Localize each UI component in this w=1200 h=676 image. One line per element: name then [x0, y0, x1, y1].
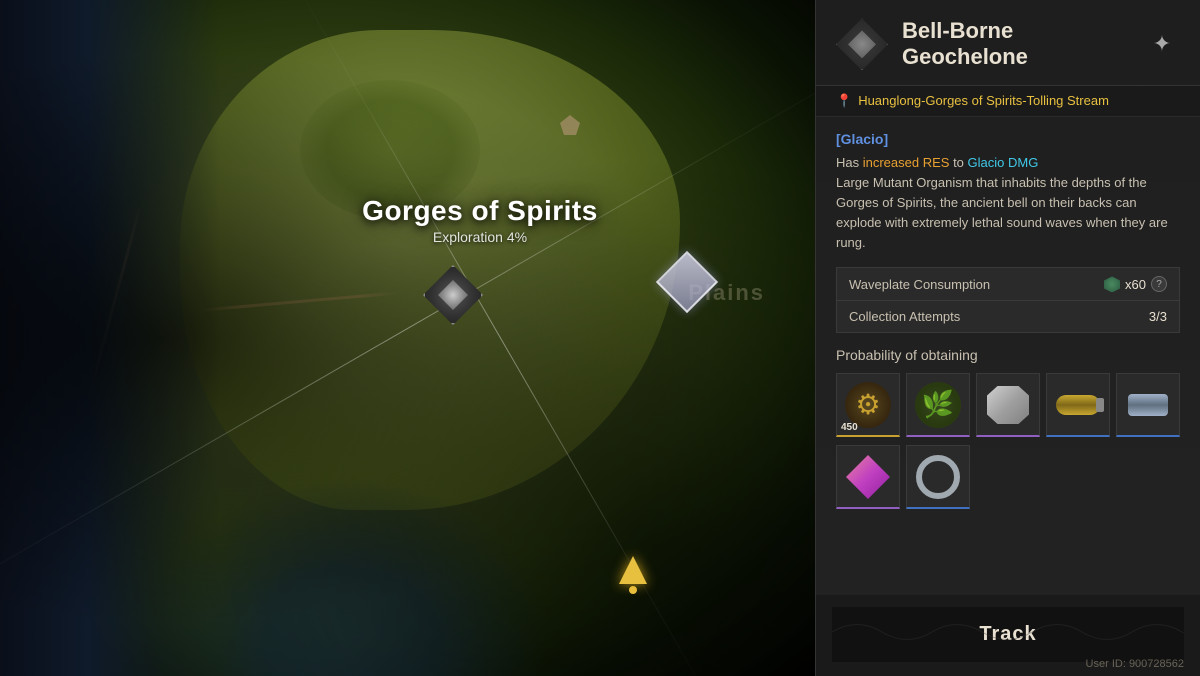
- track-button[interactable]: Track: [832, 607, 1184, 662]
- prob-item-diamond[interactable]: [836, 445, 900, 509]
- user-id: User ID: 900728562: [1086, 658, 1184, 670]
- prob-item-cube[interactable]: [976, 373, 1040, 437]
- panel-boss-icon: [836, 18, 888, 70]
- diamond-icon: [846, 455, 890, 499]
- item-count-gear: 450: [841, 422, 858, 433]
- location-name-main: Gorges of Spirits: [362, 195, 598, 227]
- desc-part1: Has: [836, 155, 863, 170]
- terrain-shadow-right: [0, 0, 815, 676]
- cube-icon: [987, 386, 1029, 424]
- leaf-icon: 🌿: [915, 382, 961, 428]
- waveplate-value: x60 ?: [1104, 276, 1167, 292]
- location-badge: 📍 Huanglong-Gorges of Spirits-Tolling St…: [816, 86, 1200, 117]
- panel-title: Bell-Borne Geochelone: [902, 18, 1130, 71]
- gear-icon: [845, 382, 891, 428]
- compass-shape: ✦: [1144, 26, 1180, 62]
- probability-items-row2: [836, 445, 1180, 509]
- location-text: Huanglong-Gorges of Spirits-Tolling Stre…: [858, 93, 1109, 108]
- desc-part2: to: [949, 155, 967, 170]
- desc-highlight2: Glacio DMG: [968, 155, 1039, 170]
- waveplate-row: Waveplate Consumption x60 ?: [837, 268, 1179, 301]
- map-section: Gorges of Spirits Exploration 4% Plains: [0, 0, 815, 676]
- prob-item-cylinder[interactable]: [1116, 373, 1180, 437]
- probability-items-row1: 450 🌿: [836, 373, 1180, 437]
- prob-item-ring[interactable]: [906, 445, 970, 509]
- collection-label: Collection Attempts: [849, 309, 960, 324]
- description-text: Has increased RES to Glacio DMG Large Mu…: [836, 153, 1180, 254]
- player-arrow-icon: [613, 556, 653, 596]
- location-pin-icon: 📍: [836, 93, 852, 109]
- desc-body: Large Mutant Organism that inhabits the …: [836, 175, 1168, 250]
- panel-content: [Glacio] Has increased RES to Glacio DMG…: [816, 117, 1200, 538]
- compass-icon: ✦: [1144, 26, 1180, 62]
- element-tag: [Glacio]: [836, 131, 1180, 147]
- element-tag-text: [Glacio]: [836, 131, 888, 147]
- desc-highlight1: increased RES: [863, 155, 950, 170]
- stats-table: Waveplate Consumption x60 ? Collection A…: [836, 267, 1180, 333]
- location-exploration: Exploration 4%: [362, 229, 598, 245]
- compass-star-symbol: ✦: [1153, 31, 1171, 57]
- boss-icon-inner: [438, 280, 468, 310]
- prob-item-gear[interactable]: 450: [836, 373, 900, 437]
- temple-icon: [555, 115, 585, 145]
- map-boss-icon[interactable]: [423, 265, 483, 325]
- info-panel: Bell-Borne Geochelone ✦ 📍 Huanglong-Gorg…: [815, 0, 1200, 676]
- ring-icon: [916, 455, 960, 499]
- waveplate-count: x60: [1125, 277, 1146, 292]
- collection-row: Collection Attempts 3/3: [837, 301, 1179, 332]
- prob-item-tube[interactable]: [1046, 373, 1110, 437]
- prob-item-leaf[interactable]: 🌿: [906, 373, 970, 437]
- temple-shape: [560, 115, 580, 135]
- boss-icon-outer: [423, 265, 483, 325]
- arrow-shape: [619, 556, 647, 584]
- cylinder-icon: [1128, 394, 1168, 416]
- arrow-dot: [629, 586, 637, 594]
- map-background: [0, 0, 815, 676]
- panel-header: Bell-Borne Geochelone ✦: [816, 0, 1200, 86]
- panel-boss-inner: [848, 30, 876, 58]
- help-icon[interactable]: ?: [1151, 276, 1167, 292]
- waveplate-label: Waveplate Consumption: [849, 277, 990, 292]
- waveplate-icon: [1104, 276, 1120, 292]
- tube-icon: [1056, 395, 1100, 415]
- probability-title: Probability of obtaining: [836, 347, 1180, 363]
- boss-name-line1: Bell-Borne: [902, 18, 1130, 44]
- map-location-label: Gorges of Spirits Exploration 4%: [362, 195, 598, 245]
- boss-name-line2: Geochelone: [902, 44, 1130, 70]
- collection-value: 3/3: [1149, 309, 1167, 324]
